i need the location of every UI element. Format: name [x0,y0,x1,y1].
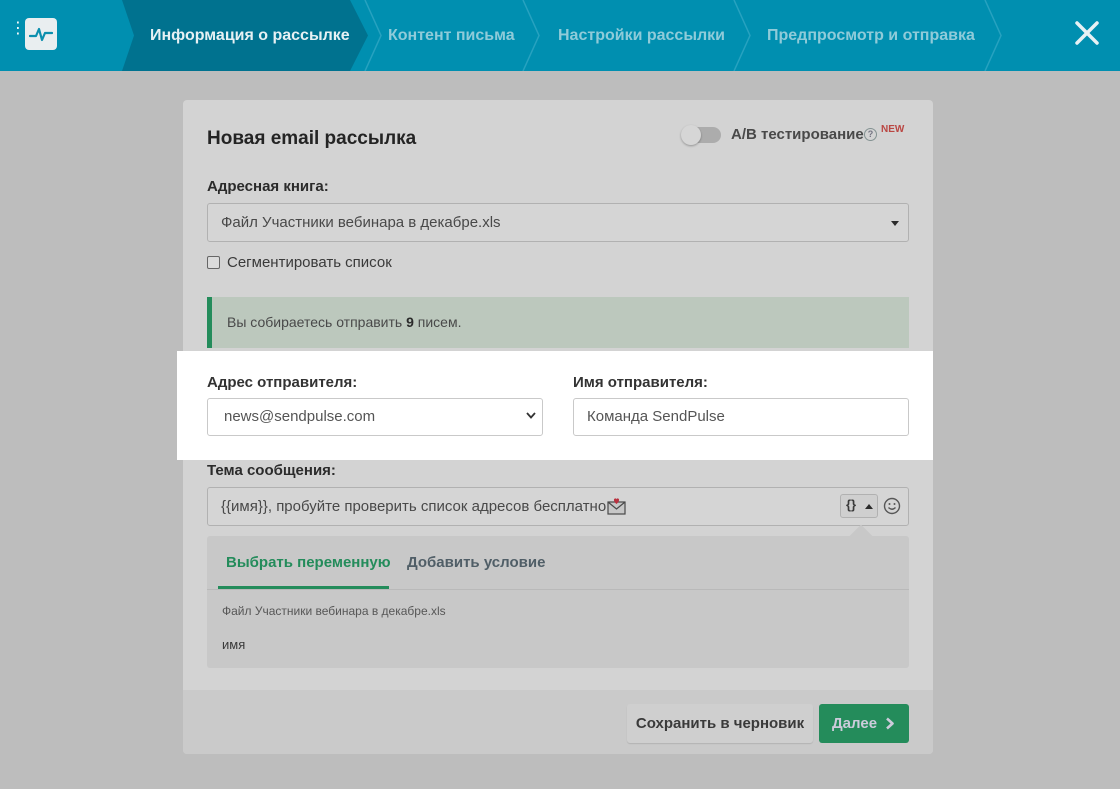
segment-label: Сегментировать список [227,254,392,271]
insert-variable-button[interactable]: {} [840,494,878,518]
step-campaign-info[interactable]: Информация о рассылке [150,0,350,71]
step-separator-icon [733,0,751,71]
chevron-down-icon [891,221,899,226]
next-button[interactable]: Далее [819,704,909,743]
save-draft-button[interactable]: Сохранить в черновик [627,704,813,743]
ab-testing-label: A/B тестирование [731,126,864,143]
pulse-logo-icon[interactable] [25,18,57,50]
subject-label: Тема сообщения: [207,462,336,479]
step-separator-icon [522,0,540,71]
wizard-topbar: ⋮ Информация о рассылке Контент письма Н… [0,0,1120,71]
variable-source: Файл Участники вебинара в декабре.xls [222,604,446,618]
braces-icon: {} [846,497,857,512]
alert-text: Вы собираетесь отправить 9 писем. [227,314,461,330]
active-tab-indicator [218,586,389,589]
new-badge: NEW [881,124,905,135]
address-book-value: Файл Участники вебинара в декабре.xls [221,214,501,231]
toggle-knob [681,125,701,145]
chevron-down-icon [526,412,536,419]
sender-name-input[interactable]: Команда SendPulse [573,398,909,436]
next-label: Далее [832,715,878,732]
emoji-icon[interactable] [883,497,901,515]
menu-dots-icon[interactable]: ⋮ [10,21,26,45]
chevron-right-icon [886,717,894,730]
sender-address-label: Адрес отправителя: [207,374,358,391]
chevron-up-icon [865,504,873,509]
tabs-divider [207,589,909,590]
step-preview-send[interactable]: Предпросмотр и отправка [767,0,975,71]
step-separator-icon [984,0,1002,71]
ab-testing-toggle[interactable] [681,125,721,145]
subject-input[interactable]: {{имя}}, пробуйте проверить список адрес… [207,487,909,526]
envelope-heart-icon [607,498,626,515]
sender-name-label: Имя отправителя: [573,374,708,391]
step-separator-icon [364,0,382,71]
subject-value: {{имя}}, пробуйте проверить список адрес… [221,498,607,515]
variable-item-name[interactable]: имя [222,637,245,652]
segment-checkbox[interactable] [207,256,220,269]
step-email-content[interactable]: Контент письма [388,0,515,71]
tab-select-variable[interactable]: Выбрать переменную [226,554,391,571]
page-title: Новая email рассылка [207,128,417,149]
alert-prefix: Вы собираетесь отправить [227,314,407,330]
step-campaign-settings[interactable]: Настройки рассылки [558,0,725,71]
alert-count: 9 [406,314,414,330]
alert-suffix: писем. [413,314,462,330]
sender-address-select[interactable]: news@sendpulse.com [207,398,543,436]
address-book-label: Адресная книга: [207,178,329,195]
close-icon[interactable] [1072,18,1102,48]
sender-address-value: news@sendpulse.com [224,408,376,425]
address-book-select[interactable]: Файл Участники вебинара в декабре.xls [207,203,909,242]
tab-add-condition[interactable]: Добавить условие [407,554,545,571]
question-icon[interactable]: ? [864,128,877,141]
sender-name-value: Команда SendPulse [587,408,725,425]
